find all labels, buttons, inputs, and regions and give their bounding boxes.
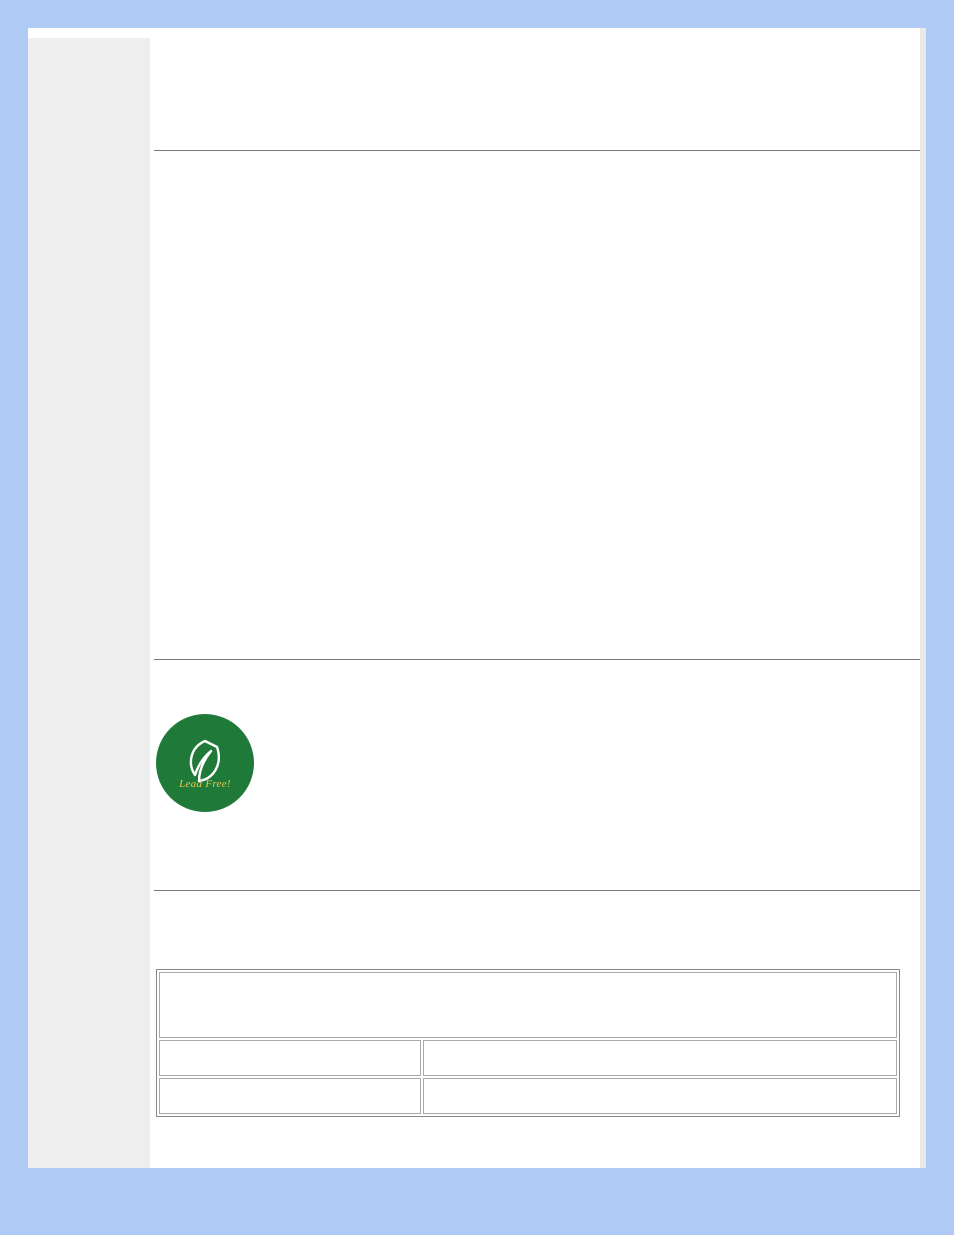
lead-free-label: Lead Free! — [156, 778, 254, 790]
section-middle — [154, 151, 920, 659]
table-cell — [423, 1078, 897, 1114]
section-badge: Lead Free! — [154, 660, 920, 890]
section-top — [154, 28, 920, 150]
section-pre-table — [154, 891, 920, 969]
left-sidebar — [28, 38, 150, 1168]
page-background: Lead Free! — [0, 0, 954, 1224]
lead-free-badge: Lead Free! — [156, 714, 254, 812]
table-row — [159, 1078, 897, 1114]
data-table — [156, 969, 900, 1117]
main-content: Lead Free! — [150, 28, 926, 1117]
document-page: Lead Free! — [28, 28, 926, 1168]
table-cell — [159, 1078, 421, 1114]
data-table-container — [154, 969, 920, 1117]
badge-container: Lead Free! — [154, 668, 920, 812]
table-header-cell — [159, 972, 897, 1038]
table-cell — [159, 1040, 421, 1076]
table-row — [159, 1040, 897, 1076]
table-cell — [423, 1040, 897, 1076]
